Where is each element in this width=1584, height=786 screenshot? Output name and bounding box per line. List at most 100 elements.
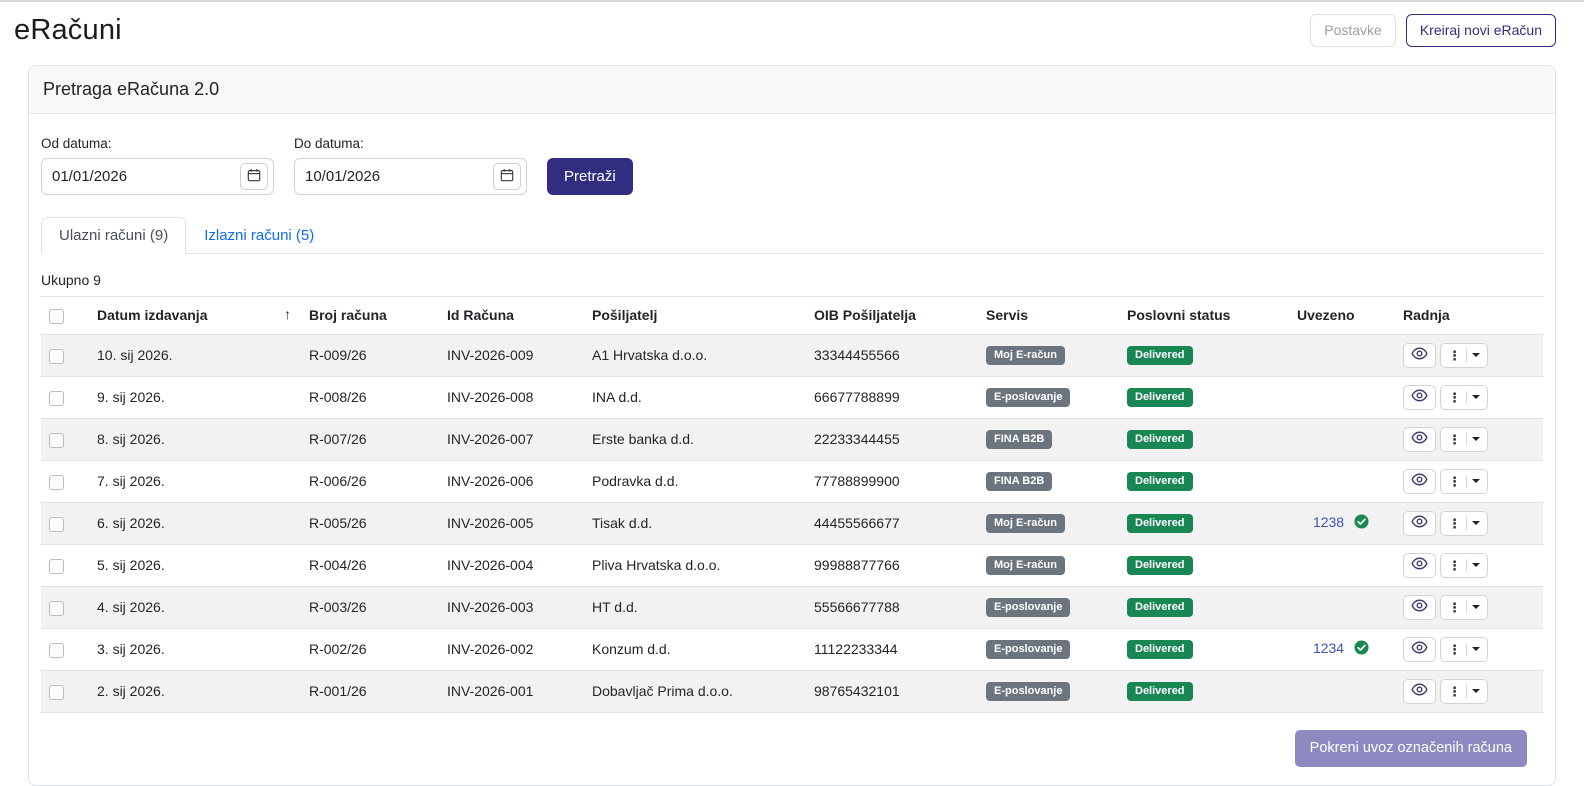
table-row: 10. sij 2026. R-009/26 INV-2026-009 A1 H… [41, 334, 1543, 376]
view-button[interactable] [1403, 427, 1436, 452]
service-badge: E-poslovanje [986, 598, 1070, 617]
row-menu-button[interactable]: ⋮ [1440, 679, 1488, 704]
row-checkbox[interactable] [49, 685, 64, 700]
tab-incoming-invoices[interactable]: Ulazni računi (9) [41, 217, 186, 254]
cell-oib: 77788899900 [806, 460, 978, 502]
cell-date: 5. sij 2026. [89, 544, 301, 586]
chevron-down-icon [1472, 689, 1480, 693]
cell-actions: ⋮ [1395, 628, 1543, 670]
service-badge: FINA B2B [986, 472, 1052, 491]
row-menu-button[interactable]: ⋮ [1440, 553, 1488, 578]
cell-imported [1289, 460, 1395, 502]
cell-actions: ⋮ [1395, 460, 1543, 502]
eye-icon [1411, 683, 1428, 699]
chevron-down-icon [1472, 647, 1480, 651]
row-menu-button[interactable]: ⋮ [1440, 637, 1488, 662]
row-checkbox[interactable] [49, 559, 64, 574]
row-checkbox[interactable] [49, 601, 64, 616]
imported-count-link[interactable]: 1238 [1313, 514, 1344, 530]
import-selected-button[interactable]: Pokreni uvoz označenih računa [1295, 730, 1527, 767]
imported-count-link[interactable]: 1234 [1313, 640, 1344, 656]
menu-divider [1466, 475, 1467, 488]
to-calendar-button[interactable] [493, 163, 521, 190]
menu-divider [1466, 685, 1467, 698]
cell-actions: ⋮ [1395, 544, 1543, 586]
to-date-group: Do datuma: [294, 136, 527, 195]
from-calendar-button[interactable] [240, 163, 268, 190]
view-button[interactable] [1403, 469, 1436, 494]
view-button[interactable] [1403, 343, 1436, 368]
row-checkbox[interactable] [49, 475, 64, 490]
row-checkbox[interactable] [49, 517, 64, 532]
search-card-title: Pretraga eRačuna 2.0 [29, 66, 1555, 114]
row-menu-button[interactable]: ⋮ [1440, 385, 1488, 410]
menu-divider [1466, 349, 1467, 362]
menu-divider [1466, 559, 1467, 572]
cell-actions: ⋮ [1395, 670, 1543, 712]
cell-invoice-id: INV-2026-007 [439, 418, 584, 460]
view-button[interactable] [1403, 595, 1436, 620]
cell-date: 6. sij 2026. [89, 502, 301, 544]
column-header-date-label: Datum izdavanja [97, 307, 207, 323]
cell-status: Delivered [1119, 334, 1289, 376]
service-badge: E-poslovanje [986, 640, 1070, 659]
to-date-input[interactable] [295, 168, 493, 185]
status-badge: Delivered [1127, 514, 1193, 533]
row-menu-button[interactable]: ⋮ [1440, 595, 1488, 620]
cell-status: Delivered [1119, 460, 1289, 502]
search-button[interactable]: Pretraži [547, 158, 633, 195]
cell-imported: 1238 [1289, 502, 1395, 544]
cell-status: Delivered [1119, 418, 1289, 460]
eye-icon [1411, 641, 1428, 657]
table-row: 9. sij 2026. R-008/26 INV-2026-008 INA d… [41, 376, 1543, 418]
cell-number: R-004/26 [301, 544, 439, 586]
row-checkbox[interactable] [49, 349, 64, 364]
cell-service: FINA B2B [978, 460, 1119, 502]
to-date-label: Do datuma: [294, 136, 527, 151]
view-button[interactable] [1403, 385, 1436, 410]
kebab-menu-icon: ⋮ [1448, 475, 1461, 488]
create-invoice-button[interactable]: Kreiraj novi eRačun [1406, 14, 1556, 47]
cell-imported [1289, 670, 1395, 712]
cell-invoice-id: INV-2026-005 [439, 502, 584, 544]
chevron-down-icon [1472, 353, 1480, 357]
view-button[interactable] [1403, 637, 1436, 662]
table-row: 6. sij 2026. R-005/26 INV-2026-005 Tisak… [41, 502, 1543, 544]
view-button[interactable] [1403, 553, 1436, 578]
service-badge: Moj E-račun [986, 514, 1065, 533]
row-checkbox[interactable] [49, 391, 64, 406]
row-checkbox[interactable] [49, 433, 64, 448]
cell-service: E-poslovanje [978, 670, 1119, 712]
view-button[interactable] [1403, 679, 1436, 704]
cell-number: R-002/26 [301, 628, 439, 670]
cell-service: Moj E-račun [978, 544, 1119, 586]
page-header: eRačuni Postavke Kreiraj novi eRačun [0, 2, 1584, 61]
kebab-menu-icon: ⋮ [1448, 517, 1461, 530]
eye-icon [1411, 473, 1428, 489]
view-button[interactable] [1403, 511, 1436, 536]
column-header-date[interactable]: Datum izdavanja ↑ [89, 297, 301, 335]
cell-date: 8. sij 2026. [89, 418, 301, 460]
cell-service: E-poslovanje [978, 376, 1119, 418]
calendar-icon [500, 168, 514, 185]
row-menu-button[interactable]: ⋮ [1440, 427, 1488, 452]
select-all-checkbox[interactable] [49, 309, 64, 324]
cell-invoice-id: INV-2026-004 [439, 544, 584, 586]
row-menu-button[interactable]: ⋮ [1440, 343, 1488, 368]
cell-actions: ⋮ [1395, 334, 1543, 376]
from-date-input-group [41, 158, 274, 195]
from-date-input[interactable] [42, 168, 240, 185]
cell-invoice-id: INV-2026-003 [439, 586, 584, 628]
row-menu-button[interactable]: ⋮ [1440, 469, 1488, 494]
settings-button[interactable]: Postavke [1310, 14, 1396, 47]
cell-oib: 66677788899 [806, 376, 978, 418]
sort-ascending-icon[interactable]: ↑ [284, 306, 291, 322]
chevron-down-icon [1472, 479, 1480, 483]
row-menu-button[interactable]: ⋮ [1440, 511, 1488, 536]
cell-status: Delivered [1119, 376, 1289, 418]
tab-outgoing-invoices[interactable]: Izlazni računi (5) [186, 217, 332, 254]
cell-status: Delivered [1119, 586, 1289, 628]
row-checkbox[interactable] [49, 643, 64, 658]
cell-number: R-003/26 [301, 586, 439, 628]
cell-oib: 98765432101 [806, 670, 978, 712]
